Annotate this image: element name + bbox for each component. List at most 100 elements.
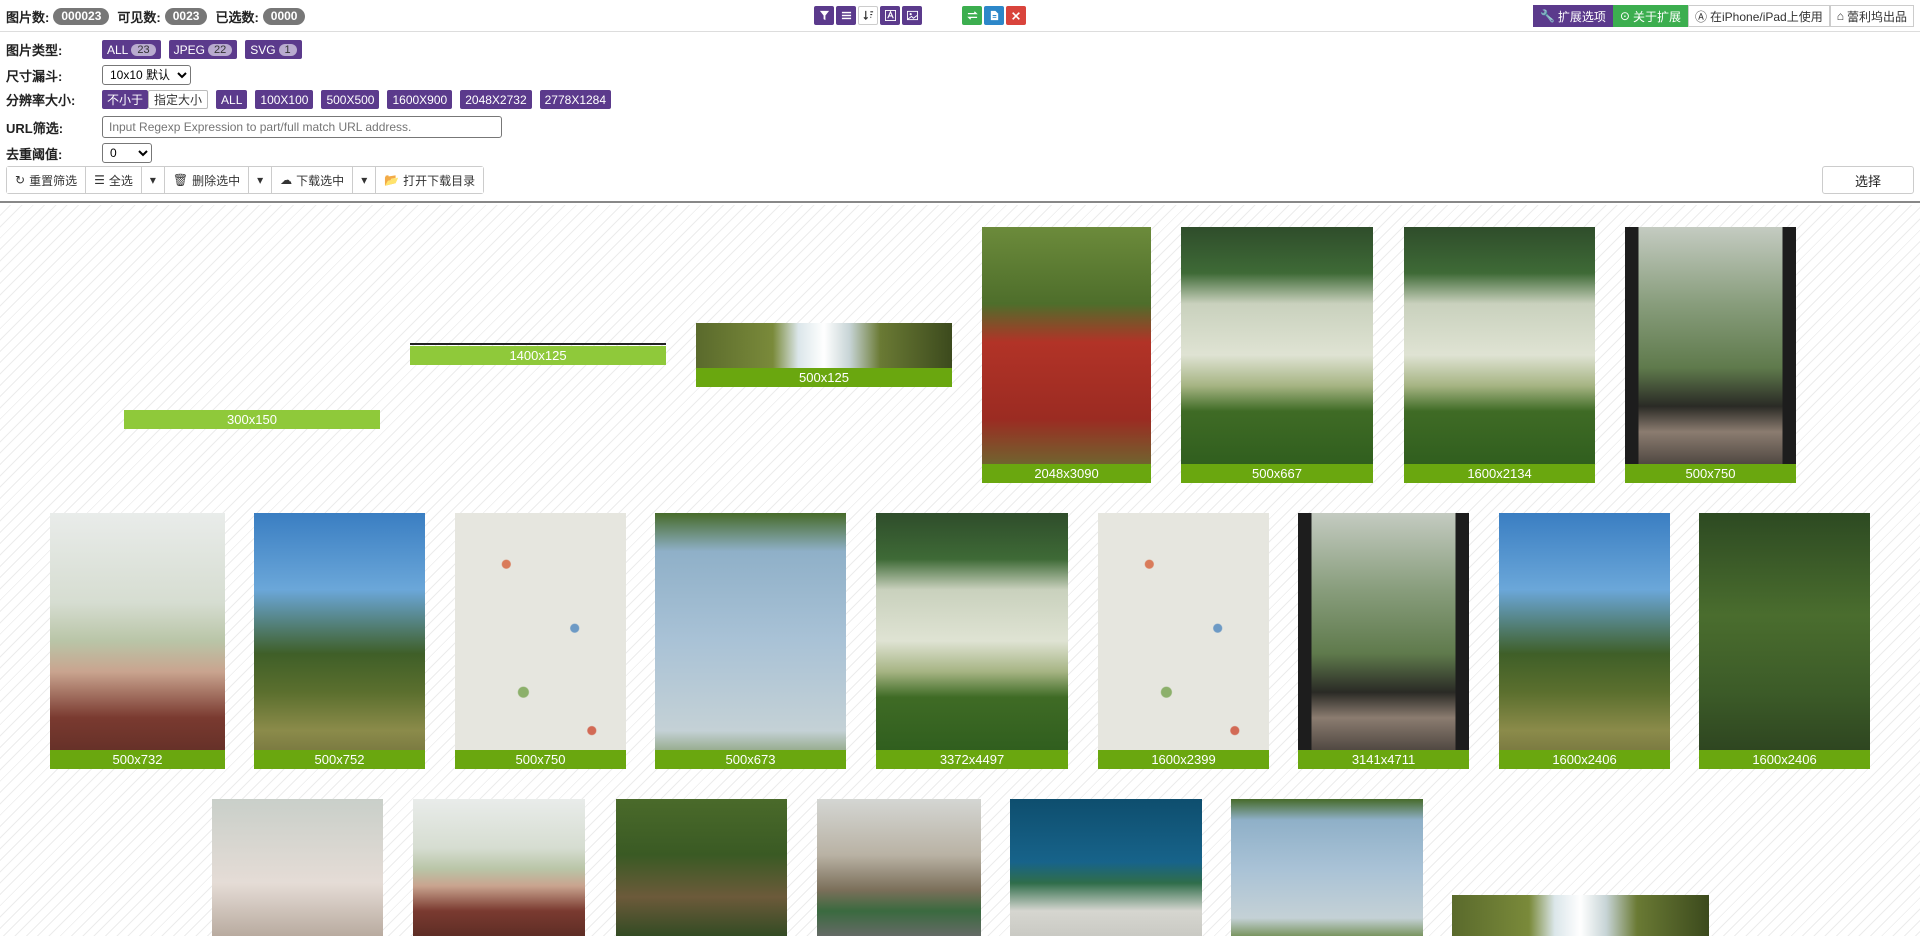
image-size-caption: 500x667 [1181,464,1373,483]
close-icon[interactable] [1006,6,1026,25]
image-card[interactable]: 500x125 [696,323,952,387]
photo-thumbnail [982,227,1151,483]
type-jpeg-button[interactable]: JPEG 22 [168,40,238,59]
url-filter-row: URL筛选: [6,116,502,138]
image-card[interactable]: 3372x4497 [876,513,1068,769]
res-2778-button[interactable]: 2778X1284 [539,90,612,109]
visible-count-badge: 0023 [164,8,208,25]
resolution-label: 分辨率大小: [6,93,76,108]
delete-selected-button[interactable]: 🗑 删除选中 [164,167,250,193]
image-size-caption: 2048x3090 [982,464,1151,483]
image-card[interactable]: 500x673 [655,513,846,769]
download-dropdown[interactable]: ▾ [353,167,377,193]
list-icon[interactable] [836,6,856,25]
top-right-links: 🔧 扩展选项 ⊙ 关于扩展 Ⓐ 在iPhone/iPad上使用 ⌂ 蕾利坞出品 [1532,5,1914,27]
type-filter-row: 图片类型: ALL 23 JPEG 22 SVG 1 [6,40,302,59]
image-card[interactable]: 500x750 [455,513,626,769]
folder-open-icon: 📂 [384,173,400,187]
image-card[interactable] [1010,799,1202,936]
size-funnel-select[interactable]: 10x10 默认 [102,65,191,85]
image-card[interactable] [616,799,787,936]
image-card[interactable]: 1400x125 [410,343,666,365]
image-size-caption: 500x752 [254,750,425,769]
photo-thumbnail [876,513,1068,769]
image-card[interactable]: 500x667 [1181,227,1373,483]
action-toolbar [962,6,1026,25]
select-all-button[interactable]: ☰ 全选 [86,167,142,193]
image-card[interactable] [413,799,585,936]
extension-options-button[interactable]: 🔧 扩展选项 [1532,5,1613,27]
store-link[interactable]: ⌂ 蕾利坞出品 [1829,5,1914,27]
image-card[interactable]: 500x752 [254,513,425,769]
image-card[interactable]: 1600x2406 [1699,513,1870,769]
photo-thumbnail [50,513,225,769]
ipad-link[interactable]: Ⓐ 在iPhone/iPad上使用 [1688,5,1830,27]
filter-icon[interactable] [814,6,834,25]
image-card[interactable] [1452,895,1709,936]
reset-filters-button[interactable]: ↻ 重置筛选 [7,167,87,193]
image-card[interactable]: 3141x4711 [1298,513,1469,769]
type-all-count: 23 [131,43,156,56]
image-size-caption: 500x750 [455,750,626,769]
select-all-dropdown[interactable]: ▾ [141,167,165,193]
image-card[interactable] [817,799,981,936]
download-selected-button[interactable]: ☁ 下载选中 [272,167,354,193]
res-100-button[interactable]: 100X100 [255,90,314,109]
res-mode-min-button[interactable]: 不小于 [102,90,149,109]
type-svg-count: 1 [278,43,297,56]
image-card[interactable]: 500x732 [50,513,225,769]
text-a-icon[interactable] [880,6,900,25]
type-jpeg-count: 22 [207,43,233,56]
image-gallery: 300x150 1400x125 500x125 2048x3090 500x6… [0,205,1920,936]
res-all-button[interactable]: ALL [216,90,248,109]
res-500-button[interactable]: 500X500 [321,90,380,109]
image-card[interactable] [212,799,383,936]
photo-thumbnail [655,513,846,769]
type-all-button[interactable]: ALL 23 [102,40,161,59]
size-funnel-row: 尺寸漏斗: 10x10 默认 [6,65,191,85]
image-size-caption: 500x750 [1625,464,1796,483]
images-count-badge: 000023 [53,8,110,25]
list-lines-icon: ☰ [94,173,105,187]
photo-thumbnail [1231,799,1423,936]
delete-dropdown[interactable]: ▾ [249,167,273,193]
selected-count-label: 已选数: [215,10,259,25]
res-mode-exact-button[interactable]: 指定大小 [148,90,209,109]
res-1600-button[interactable]: 1600X900 [387,90,453,109]
res-2048-button[interactable]: 2048X2732 [460,90,532,109]
top-bar: 图片数: 000023 可见数: 0023 已选数: 0000 🔧 扩展选项 ⊙… [0,0,1920,32]
image-card[interactable] [1231,799,1423,936]
type-all-label: ALL [107,42,129,57]
image-size-caption: 300x150 [124,410,380,429]
ipad-link-label: 在iPhone/iPad上使用 [1710,9,1823,24]
image-icon[interactable] [902,6,922,25]
type-svg-label: SVG [250,42,276,57]
dedup-select[interactable]: 0 [102,143,152,163]
image-card[interactable]: 1600x2399 [1098,513,1269,769]
document-icon[interactable] [984,6,1004,25]
image-card[interactable]: 2048x3090 [982,227,1151,483]
photo-thumbnail [1625,227,1796,483]
image-card[interactable]: 1600x2134 [1404,227,1595,483]
type-jpeg-label: JPEG [173,42,205,57]
open-download-dir-button[interactable]: 📂 打开下载目录 [376,167,484,193]
url-filter-input[interactable] [102,116,502,138]
about-extension-button[interactable]: ⊙ 关于扩展 [1612,5,1688,27]
select-all-label: 全选 [108,173,133,188]
swap-icon[interactable] [962,6,982,25]
image-card[interactable]: 1600x2406 [1499,513,1670,769]
image-size-caption: 1600x2399 [1098,750,1269,769]
image-card[interactable]: 300x150 [124,410,380,429]
store-link-label: 蕾利坞出品 [1846,9,1907,24]
image-size-caption: 500x673 [655,750,846,769]
dedup-row: 去重阈值: 0 [6,143,152,163]
url-filter-label: URL筛选: [6,120,64,136]
select-mode-button[interactable]: 选择 [1822,166,1914,194]
waterfall-thumbnail [1452,895,1709,936]
image-size-caption: 3372x4497 [876,750,1068,769]
type-svg-button[interactable]: SVG 1 [245,40,302,59]
photo-thumbnail [212,799,383,936]
sort-icon[interactable] [858,6,878,25]
image-card[interactable]: 500x750 [1625,227,1796,483]
resolution-row: 分辨率大小: 不小于 指定大小 ALL 100X100 500X500 1600… [6,90,612,109]
